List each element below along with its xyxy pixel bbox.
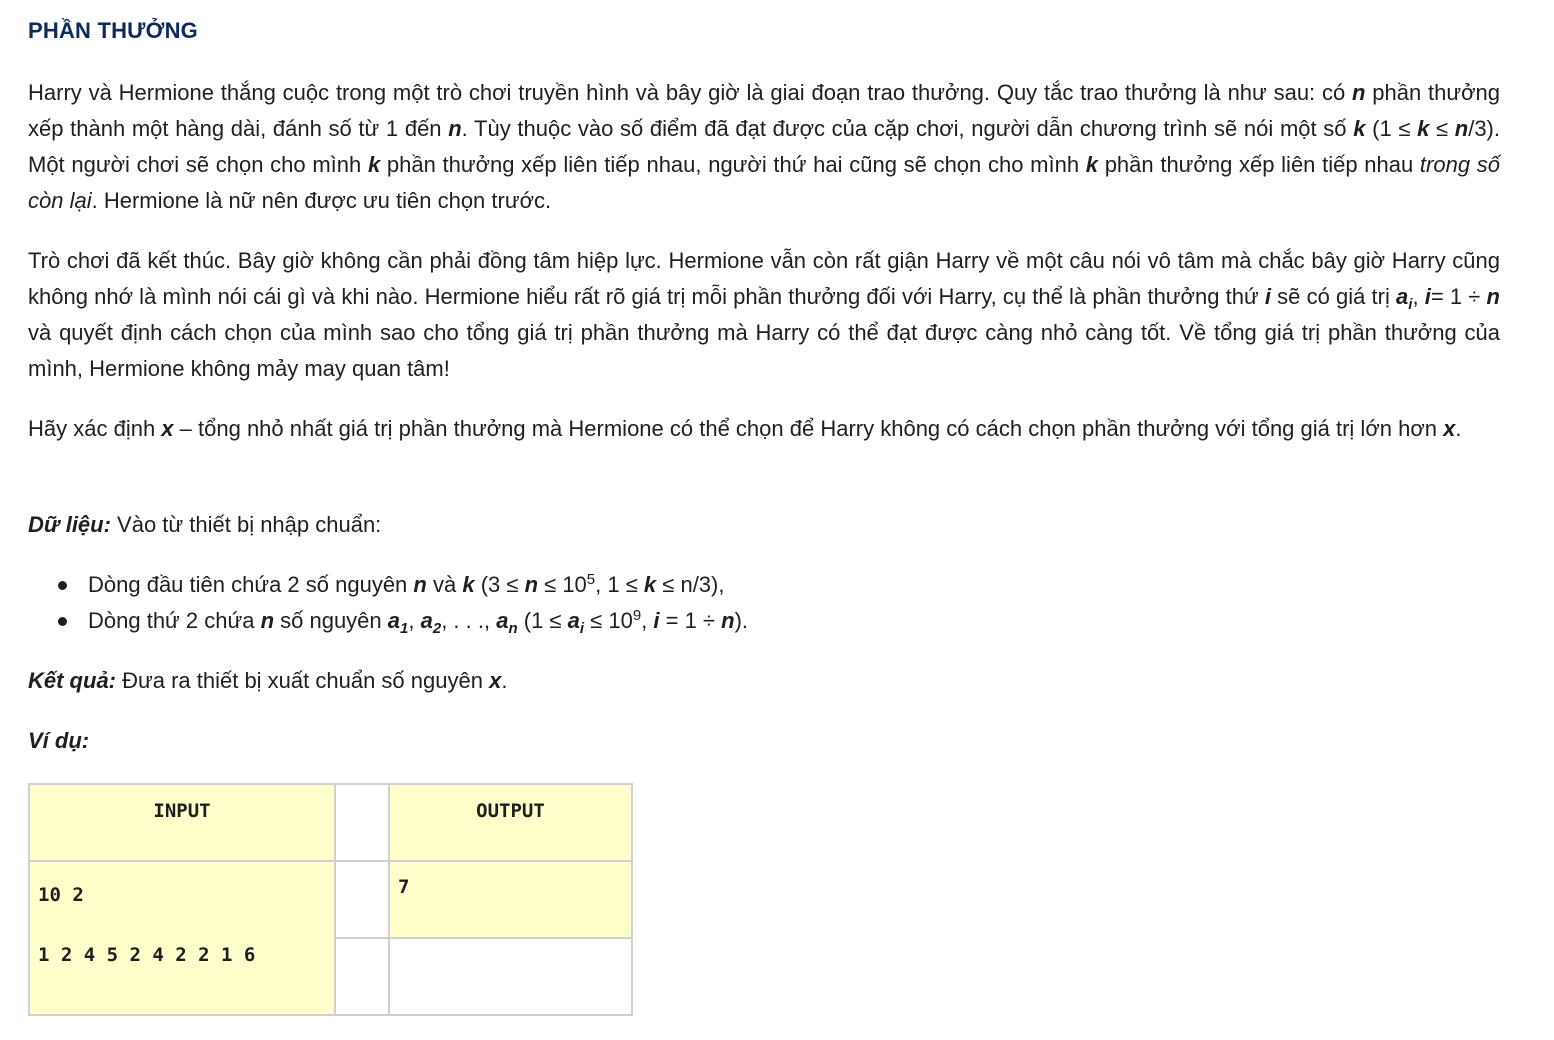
- text: – tổng nhỏ nhất giá trị phần thưởng mà H…: [173, 416, 1444, 441]
- list-item: Dòng thứ 2 chứa n số nguyên a1, a2, . . …: [28, 603, 1500, 639]
- variable: n: [260, 608, 275, 633]
- text: Harry và Hermione thắng cuộc trong một t…: [28, 80, 1353, 105]
- variable: k: [1417, 116, 1430, 141]
- input-header-cell: INPUT: [28, 783, 336, 862]
- text: ,: [408, 608, 421, 633]
- variable: a: [420, 608, 433, 633]
- superscript: 9: [632, 607, 642, 624]
- text: ≤ 10: [584, 608, 633, 633]
- output-section-heading: Kết quả: Đưa ra thiết bị xuất chuẩn số n…: [28, 663, 1500, 699]
- variable: n: [1454, 116, 1469, 141]
- text: Đưa ra thiết bị xuất chuẩn số nguyên: [116, 668, 490, 693]
- text: (3 ≤: [474, 572, 525, 597]
- variable: n: [1352, 80, 1366, 105]
- input-line: 10 2: [38, 884, 84, 906]
- variable: k: [1085, 152, 1098, 177]
- variable: k: [462, 572, 475, 597]
- text: , 1 ≤: [595, 572, 644, 597]
- superscript: 5: [586, 571, 596, 588]
- variable: n: [448, 116, 462, 141]
- variable: a: [1396, 284, 1409, 309]
- text: ,: [641, 608, 654, 633]
- text: phần thưởng xếp liên tiếp nhau: [1098, 152, 1420, 177]
- text: ,: [1412, 284, 1425, 309]
- rules-paragraph: Trò chơi đã kết thúc. Bây giờ không cần …: [28, 243, 1500, 387]
- variable: n: [721, 608, 735, 633]
- list-item: Dòng đầu tiên chứa 2 số nguyên n và k (3…: [28, 567, 1500, 603]
- text: Dòng đầu tiên chứa 2 số nguyên: [88, 572, 414, 597]
- empty-output-cell: [388, 937, 633, 1016]
- text: ≤: [1429, 116, 1455, 141]
- gap-cell: [334, 860, 390, 939]
- variable: x: [1443, 416, 1456, 441]
- text: Dòng thứ 2 chứa: [88, 608, 261, 633]
- input-spec-list: Dòng đầu tiên chứa 2 số nguyên n và k (3…: [28, 567, 1500, 639]
- variable: n: [524, 572, 539, 597]
- gap-cell: [334, 937, 390, 1016]
- text: Vào từ thiết bị nhập chuẩn:: [110, 512, 382, 537]
- text: và quyết định cách chọn của mình sao cho…: [28, 320, 1500, 381]
- text: sẽ có giá trị: [1270, 284, 1397, 309]
- variable: x: [161, 416, 174, 441]
- section-label: Dữ liệu:: [28, 512, 111, 537]
- example-heading: Ví dụ:: [28, 723, 1500, 759]
- text: ).: [734, 608, 749, 633]
- input-cell: 10 2 1 2 4 5 2 4 2 2 1 6: [28, 860, 336, 1016]
- output-cell: 7: [388, 860, 633, 939]
- variable: k: [1353, 116, 1366, 141]
- variable: k: [367, 152, 381, 177]
- gap-cell: [334, 783, 390, 862]
- variable: a: [496, 608, 509, 633]
- text: và: [426, 572, 463, 597]
- variable: k: [643, 572, 657, 597]
- text: . Hermione là nữ nên được ưu tiên chọn t…: [91, 188, 552, 213]
- variable: n: [413, 572, 427, 597]
- text: = 1 ÷: [1430, 284, 1487, 309]
- text: Hãy xác định: [28, 416, 162, 441]
- example-table: INPUT OUTPUT 10 2 1 2 4 5 2 4 2 2 1 6 7: [28, 783, 633, 1016]
- subscript: n: [508, 620, 518, 637]
- text: .: [501, 668, 508, 693]
- output-header: OUTPUT: [476, 799, 545, 822]
- input-header: INPUT: [153, 799, 211, 822]
- text: ≤ n/3),: [656, 572, 725, 597]
- problem-statement: PHẦN THƯỞNG Harry và Hermione thắng cuộc…: [0, 0, 1554, 1040]
- text: , . . .,: [441, 608, 497, 633]
- output-header-cell: OUTPUT: [388, 783, 633, 862]
- output-line: 7: [398, 876, 410, 898]
- input-line: 1 2 4 5 2 4 2 2 1 6: [38, 944, 256, 966]
- story-paragraph: Harry và Hermione thắng cuộc trong một t…: [28, 75, 1500, 219]
- variable: x: [489, 668, 502, 693]
- variable: a: [387, 608, 401, 633]
- section-label: Ví dụ:: [28, 728, 90, 753]
- text: . Tùy thuộc vào số điểm đã đạt được của …: [461, 116, 1354, 141]
- section-label: Kết quả:: [28, 668, 116, 693]
- text: .: [1455, 416, 1462, 441]
- text: (1 ≤: [1365, 116, 1418, 141]
- text: ≤ 10: [538, 572, 587, 597]
- text: số nguyên: [274, 608, 388, 633]
- problem-title: PHẦN THƯỞNG: [28, 18, 198, 43]
- variable: n: [1486, 284, 1500, 309]
- input-section-heading: Dữ liệu: Vào từ thiết bị nhập chuẩn:: [28, 507, 1500, 543]
- text: phần thưởng xếp liên tiếp nhau, người th…: [380, 152, 1086, 177]
- text: = 1 ÷: [659, 608, 722, 633]
- variable: a: [567, 608, 580, 633]
- subscript: 2: [432, 620, 442, 637]
- text: (1 ≤: [517, 608, 568, 633]
- task-paragraph: Hãy xác định x – tổng nhỏ nhất giá trị p…: [28, 411, 1500, 447]
